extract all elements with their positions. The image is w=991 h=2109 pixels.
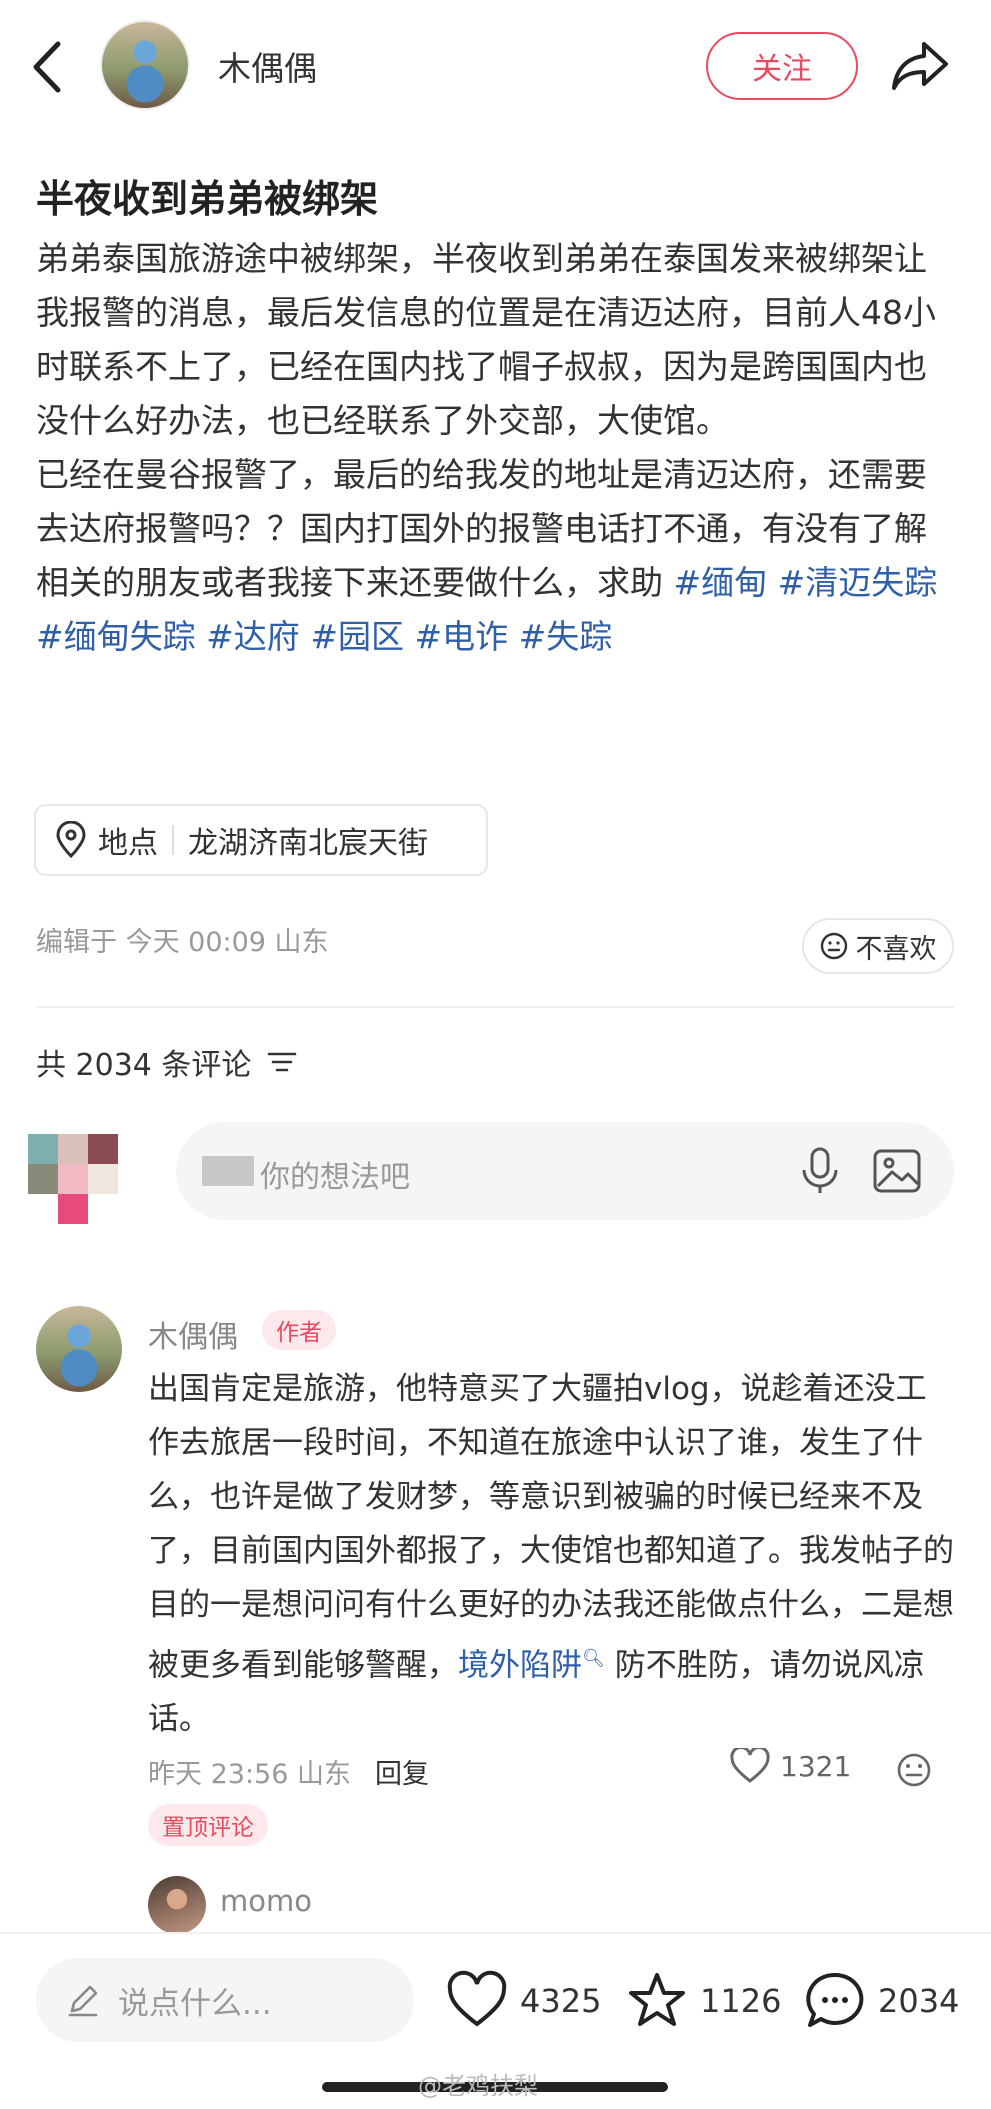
comment-like-count: 1321	[780, 1749, 852, 1783]
dislike-label: 不喜欢	[855, 933, 937, 965]
star-icon	[629, 1973, 685, 2026]
location-pin-icon	[56, 821, 86, 859]
search-link[interactable]: 境外陷阱	[458, 1647, 582, 1683]
location-separator	[172, 825, 174, 855]
post-body: 弟弟泰国旅游途中被绑架，半夜收到弟弟在泰国发来被绑架让我报警的消息，最后发信息的…	[36, 232, 956, 664]
my-avatar	[28, 1134, 118, 1224]
microphone-icon[interactable]	[796, 1146, 844, 1196]
hashtag[interactable]: #失踪	[519, 617, 613, 656]
post-title: 半夜收到弟弟被绑架	[36, 177, 379, 221]
heart-icon	[447, 1970, 507, 2027]
location-value: 龙湖济南北宸天街	[188, 826, 428, 861]
comment-author-avatar[interactable]	[36, 1306, 122, 1392]
comment-text: 出国肯定是旅游，他特意买了大疆拍vlog，说趁着还没工作去旅居一段时间，不知道在…	[148, 1362, 954, 1746]
post-paragraph-1: 弟弟泰国旅游途中被绑架，半夜收到弟弟在泰国发来被绑架让我报警的消息，最后发信息的…	[36, 239, 936, 440]
bottom-input-placeholder: 说点什么...	[118, 1985, 272, 2022]
pencil-icon	[68, 1985, 98, 2017]
location-label: 地点	[98, 826, 158, 861]
like-count: 4325	[520, 1982, 602, 2020]
follow-button[interactable]: 关注	[706, 32, 858, 100]
like-button[interactable]: 4325	[446, 1970, 601, 2032]
comment-total: 2034	[878, 1982, 960, 2020]
location-chip[interactable]: 地点 龙湖济南北宸天街	[34, 804, 488, 876]
comment-time-location: 昨天 23:56 山东	[148, 1759, 351, 1790]
reply-button[interactable]: 回复	[375, 1759, 429, 1790]
hashtag[interactable]: #缅甸失踪	[36, 617, 196, 656]
comment-count: 共 2034 条评论	[36, 1040, 297, 1084]
edit-info: 编辑于 今天 00:09 山东	[36, 927, 329, 958]
comment-input-placeholder: 你的想法吧	[260, 1160, 410, 1195]
watermark: @老鸡扶梨	[418, 2072, 538, 2100]
neutral-face-icon	[820, 932, 847, 960]
heart-icon	[730, 1748, 770, 1783]
reply-author-name[interactable]: momo	[220, 1884, 312, 1918]
comment-like-button[interactable]: 1321	[730, 1748, 851, 1784]
hashtag[interactable]: #缅甸	[674, 563, 768, 602]
bottom-comment-input[interactable]: 说点什么...	[36, 1958, 414, 2042]
neutral-face-icon[interactable]	[896, 1752, 932, 1788]
divider	[36, 1006, 954, 1008]
chat-bubble-icon	[806, 1972, 864, 2027]
hashtag[interactable]: #园区	[310, 617, 404, 656]
author-name[interactable]: 木偶偶	[218, 42, 317, 90]
dislike-button[interactable]: 不喜欢	[802, 918, 954, 974]
collect-count: 1126	[700, 1982, 782, 2020]
blurred-text	[202, 1156, 254, 1186]
hashtag[interactable]: #电诈	[414, 617, 508, 656]
collect-button[interactable]: 1126	[626, 1970, 781, 2032]
image-icon[interactable]	[872, 1148, 922, 1194]
comment-count-label: 共 2034 条评论	[36, 1048, 252, 1083]
hashtag[interactable]: #达府	[206, 617, 300, 656]
post-paragraph-2: 已经在曼谷报警了，最后的给我发的地址是清迈达府，还需要去达府报警吗？？国内打国外…	[36, 448, 956, 664]
reply-avatar[interactable]	[148, 1876, 206, 1934]
sort-filter-icon[interactable]	[267, 1050, 297, 1074]
comment-button[interactable]: 2034	[804, 1970, 959, 2032]
hashtag[interactable]: #清迈失踪	[778, 563, 938, 602]
pinned-comment-badge: 置顶评论	[148, 1804, 268, 1846]
search-link-icon: 🔍︎	[582, 1648, 605, 1669]
comment-input[interactable]: 你的想法吧	[176, 1122, 954, 1220]
share-icon[interactable]	[890, 38, 950, 94]
back-arrow-icon[interactable]	[28, 38, 68, 96]
comment-meta: 昨天 23:56 山东 回复	[148, 1752, 429, 1791]
comment-author-name[interactable]: 木偶偶	[148, 1312, 238, 1356]
author-badge: 作者	[262, 1310, 336, 1350]
author-avatar[interactable]	[100, 20, 190, 110]
comment-text-part: 出国肯定是旅游，他特意买了大疆拍vlog，说趁着还没工作去旅居一段时间，不知道在…	[148, 1371, 954, 1684]
